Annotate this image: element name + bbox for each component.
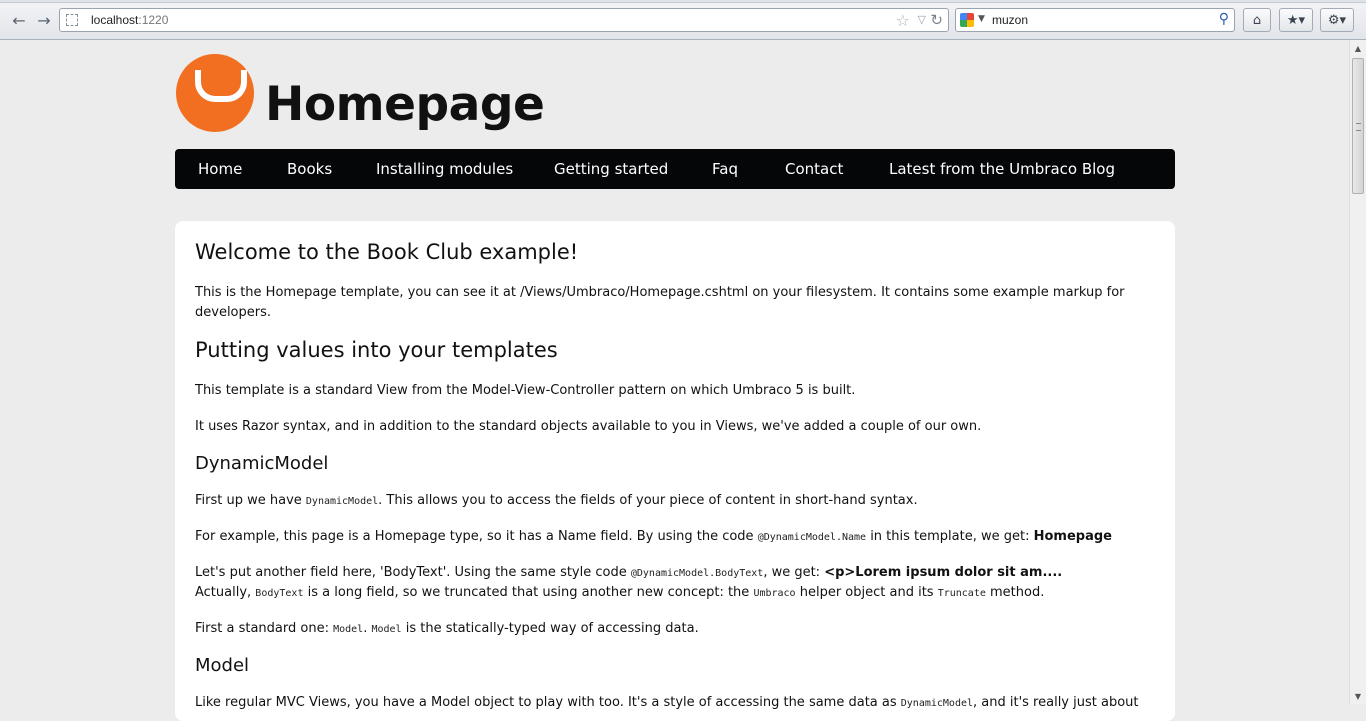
- paragraph-actually: Actually, BodyText is a long field, so w…: [195, 585, 1045, 600]
- umbraco-logo[interactable]: [176, 54, 254, 132]
- paragraph-intro: This is the Homepage template, you can s…: [195, 285, 1125, 320]
- reload-icon[interactable]: ↻: [930, 11, 943, 29]
- home-icon[interactable]: ⌂: [1243, 8, 1271, 32]
- paragraph-standard: First a standard one: Model. Model is th…: [195, 621, 699, 636]
- heading-welcome: Welcome to the Book Club example!: [195, 240, 579, 264]
- scroll-thumb[interactable]: [1352, 58, 1364, 194]
- tab-strip: [0, 0, 1366, 3]
- search-engine-icon[interactable]: [960, 13, 974, 27]
- heading-dynamicmodel: DynamicModel: [195, 453, 329, 474]
- search-input[interactable]: muzon: [992, 13, 1028, 27]
- nav-umbraco-blog[interactable]: Latest from the Umbraco Blog: [889, 149, 1115, 189]
- scroll-up-icon[interactable]: ▲: [1350, 40, 1366, 56]
- bookmarks-icon[interactable]: ★▾: [1279, 8, 1313, 32]
- addon-icon[interactable]: ⚙▾: [1320, 8, 1354, 32]
- nav-home[interactable]: Home: [198, 149, 242, 189]
- page-scrollbar[interactable]: ▲ ▼: [1349, 40, 1366, 704]
- nav-faq[interactable]: Faq: [712, 149, 738, 189]
- star-icon[interactable]: ☆: [896, 11, 910, 30]
- main-navigation: Home Books Installing modules Getting st…: [175, 149, 1175, 189]
- page-title: Homepage: [265, 77, 545, 132]
- paragraph-first-up: First up we have DynamicModel. This allo…: [195, 493, 918, 508]
- paragraph-another-field: Let's put another field here, 'BodyText'…: [195, 565, 1063, 580]
- heading-model: Model: [195, 655, 250, 676]
- site-identity-icon[interactable]: [66, 14, 78, 26]
- nav-getting-started[interactable]: Getting started: [554, 149, 668, 189]
- search-icon[interactable]: ⚲: [1219, 11, 1229, 27]
- nav-books[interactable]: Books: [287, 149, 332, 189]
- address-text[interactable]: localhost:1220: [91, 13, 168, 27]
- scroll-down-icon[interactable]: ▼: [1350, 688, 1366, 704]
- paragraph-mvc: This template is a standard View from th…: [195, 383, 856, 398]
- paragraph-razor: It uses Razor syntax, and in addition to…: [195, 419, 982, 434]
- browser-toolbar: ← → localhost:1220 ☆ ▽ ↻ ▼ muzon ⚲ ⌂ ★▾ …: [0, 0, 1366, 40]
- back-icon[interactable]: ←: [8, 10, 30, 30]
- chevron-down-icon[interactable]: ▼: [978, 14, 985, 24]
- search-bar[interactable]: ▼ muzon ⚲: [955, 8, 1235, 32]
- nav-installing-modules[interactable]: Installing modules: [376, 149, 513, 189]
- heading-values: Putting values into your templates: [195, 338, 558, 362]
- nav-contact[interactable]: Contact: [785, 149, 843, 189]
- history-dropdown-icon[interactable]: ▽: [918, 13, 926, 26]
- paragraph-example: For example, this page is a Homepage typ…: [195, 529, 1112, 544]
- content-panel: Welcome to the Book Club example! This i…: [175, 221, 1175, 721]
- forward-icon[interactable]: →: [33, 10, 55, 30]
- address-bar[interactable]: localhost:1220 ☆ ▽ ↻: [59, 8, 949, 32]
